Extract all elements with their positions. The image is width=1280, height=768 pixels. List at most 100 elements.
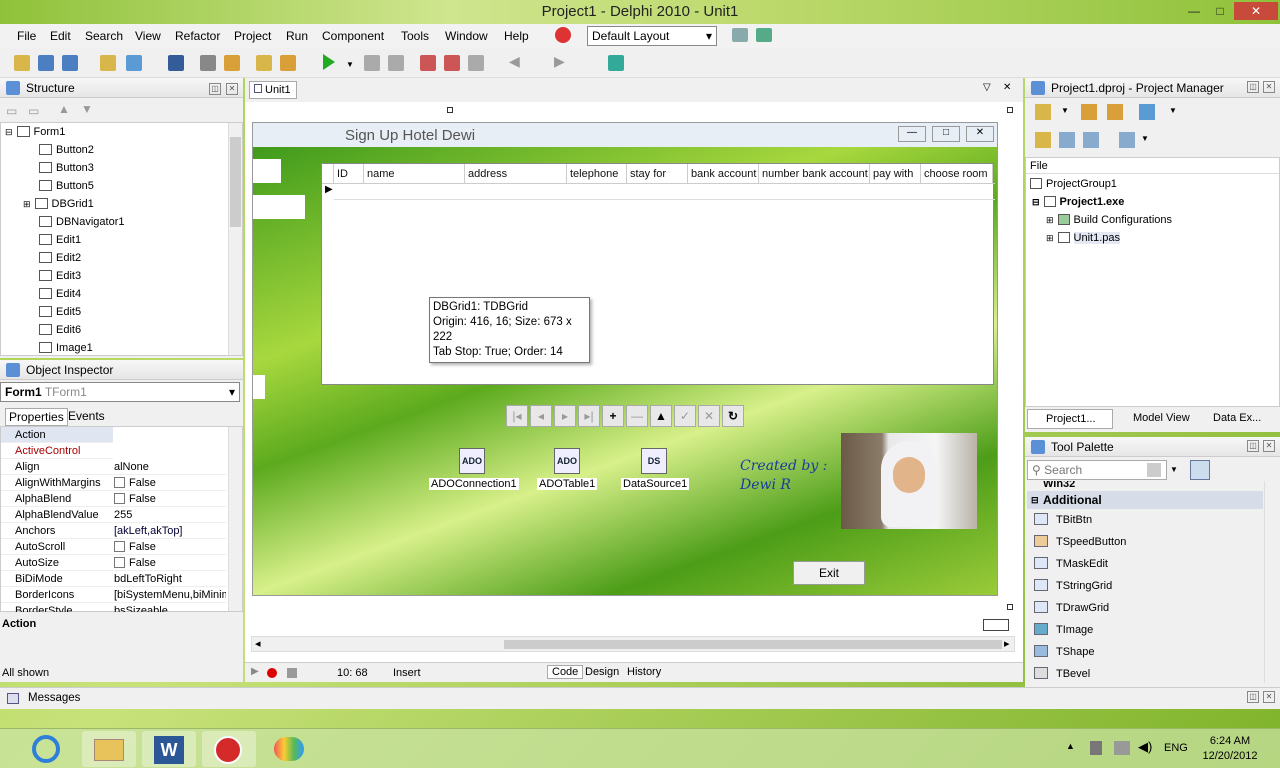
tree-node-form1[interactable]: ⊟ Form1 [5, 123, 65, 141]
run-until-return-icon[interactable] [468, 55, 484, 71]
taskbar-word-icon[interactable]: W [142, 731, 196, 767]
expand-all-icon[interactable]: ▭ [6, 104, 17, 118]
tree-node[interactable]: Edit6 [39, 321, 81, 339]
menu-run[interactable]: Run [286, 29, 308, 43]
collapse-all-icon[interactable]: ▭ [28, 104, 39, 118]
grid-column-header[interactable]: stay for [627, 164, 688, 184]
volume-icon[interactable]: ◀) [1138, 739, 1152, 755]
reopen-icon[interactable] [126, 55, 142, 71]
checkbox[interactable] [114, 493, 125, 504]
grid-column-header[interactable]: choose room [921, 164, 993, 184]
nav-refresh-button[interactable]: ↻ [722, 405, 744, 427]
open-project-icon[interactable] [62, 55, 78, 71]
prop-value[interactable]: 255 [114, 507, 226, 523]
scroll-right-icon[interactable]: ▸ [1004, 637, 1010, 650]
tab-close-icon[interactable]: ✕ [1003, 82, 1011, 93]
tab-project[interactable]: Project1... [1027, 409, 1113, 429]
pointer-icon[interactable] [1190, 460, 1210, 480]
maximize-button[interactable]: □ [1206, 2, 1234, 20]
menu-edit[interactable]: Edit [50, 29, 71, 43]
resize-handle[interactable] [1007, 604, 1013, 610]
tree-node[interactable]: DBNavigator1 [39, 213, 124, 231]
nav-prior-button[interactable]: ◂ [530, 405, 552, 427]
save-icon[interactable] [168, 55, 184, 71]
set-debug-desktop-icon[interactable] [756, 28, 772, 42]
prop-name[interactable]: AlphaBlendValue [1, 507, 113, 523]
scroll-left-icon[interactable]: ◂ [255, 637, 261, 650]
tab-events[interactable]: Events [68, 409, 105, 423]
prop-name[interactable]: BorderStyle [1, 603, 113, 613]
menu-tools[interactable]: Tools [401, 29, 429, 43]
dropdown-icon[interactable]: ▼ [1170, 465, 1178, 474]
taskbar-explorer-icon[interactable] [82, 731, 136, 767]
prop-value[interactable]: False [114, 475, 226, 491]
created-by-label[interactable]: Created by : Dewi R [740, 457, 827, 495]
run-dropdown-icon[interactable]: ▼ [346, 60, 354, 69]
tab-list-icon[interactable]: ▽ [983, 82, 991, 93]
tree-node[interactable]: Edit1 [39, 231, 81, 249]
tray-chevron-icon[interactable]: ▲ [1066, 741, 1075, 751]
designer-hscrollbar[interactable]: ◂ ▸ [251, 636, 1015, 652]
menu-file[interactable]: File [17, 29, 36, 43]
menu-project[interactable]: Project [234, 29, 271, 43]
scroll-thumb[interactable] [504, 640, 1002, 649]
prop-name[interactable]: ActiveControl [1, 443, 113, 459]
photo-image[interactable] [841, 433, 977, 529]
menu-view[interactable]: View [135, 29, 161, 43]
palette-item-tshape[interactable]: TShape [1034, 643, 1095, 661]
prop-name[interactable]: BiDiMode [1, 571, 113, 587]
tree-node[interactable]: Button5 [39, 177, 94, 195]
grid-column-header[interactable]: number bank account [759, 164, 870, 184]
prop-value[interactable]: False [114, 539, 226, 555]
help-book-icon[interactable] [608, 55, 624, 71]
scroll-thumb[interactable] [230, 137, 241, 227]
project-node[interactable]: ⊟ Project1.exe [1032, 193, 1124, 211]
back-icon[interactable]: ◀ [509, 53, 520, 70]
tab-model-view[interactable]: Model View [1117, 412, 1190, 424]
nav-first-button[interactable]: |◂ [506, 405, 528, 427]
resize-handle[interactable] [447, 107, 453, 113]
sync-icon[interactable] [1035, 132, 1051, 148]
build-config-node[interactable]: ⊞ Build Configurations [1046, 211, 1172, 229]
prop-name[interactable]: Action [1, 427, 113, 443]
view-icon[interactable] [1139, 104, 1155, 120]
tree-node[interactable]: Image1 [39, 339, 93, 357]
tab-data-explorer[interactable]: Data Ex... [1197, 412, 1261, 424]
prop-name[interactable]: AutoScroll [1, 539, 113, 555]
open-icon[interactable] [38, 55, 54, 71]
nav-edit-button[interactable]: ▲ [650, 405, 672, 427]
input-language[interactable]: ENG [1164, 742, 1188, 754]
tree-node[interactable]: Edit2 [39, 249, 81, 267]
tree-node[interactable]: ⊞ DBGrid1 [23, 195, 94, 213]
nav-next-button[interactable]: ▸ [554, 405, 576, 427]
network-icon[interactable] [1114, 741, 1130, 755]
menu-refactor[interactable]: Refactor [175, 29, 220, 43]
prop-name[interactable]: AutoSize [1, 555, 113, 571]
new-project-icon[interactable] [1081, 104, 1097, 120]
prop-value[interactable]: [biSystemMenu,biMinim [114, 587, 226, 603]
nav-insert-button[interactable]: + [602, 405, 624, 427]
grid-column-header[interactable]: ID [334, 164, 364, 184]
edit-field[interactable] [253, 159, 281, 183]
exit-button[interactable]: Exit [793, 561, 865, 585]
resize-handle[interactable] [1007, 107, 1013, 113]
panel-close-icon[interactable]: ✕ [1263, 81, 1275, 93]
grid-column-header[interactable]: pay with [870, 164, 921, 184]
panel-close-icon[interactable]: ✕ [1263, 440, 1275, 452]
menu-component[interactable]: Component [322, 29, 384, 43]
tab-history[interactable]: History [627, 666, 661, 678]
prop-name[interactable]: AlignWithMargins [1, 475, 113, 491]
nav-post-button[interactable]: ✓ [674, 405, 696, 427]
tab-properties[interactable]: Properties [5, 408, 68, 426]
add-file-icon[interactable] [256, 55, 272, 71]
grid-column-header[interactable]: address [465, 164, 567, 184]
taskbar-delphi-icon[interactable] [202, 731, 256, 767]
nav-cancel-button[interactable]: ✕ [698, 405, 720, 427]
tab-code[interactable]: Code [547, 665, 584, 679]
taskbar-paint-icon[interactable] [262, 731, 316, 767]
checkbox[interactable] [114, 477, 125, 488]
layout-combo[interactable]: Default Layout ▾ [587, 26, 717, 46]
pin-icon[interactable]: ◫ [1247, 440, 1259, 452]
menu-search[interactable]: Search [85, 29, 123, 43]
datasource-component[interactable]: DS DataSource1 [621, 448, 690, 490]
